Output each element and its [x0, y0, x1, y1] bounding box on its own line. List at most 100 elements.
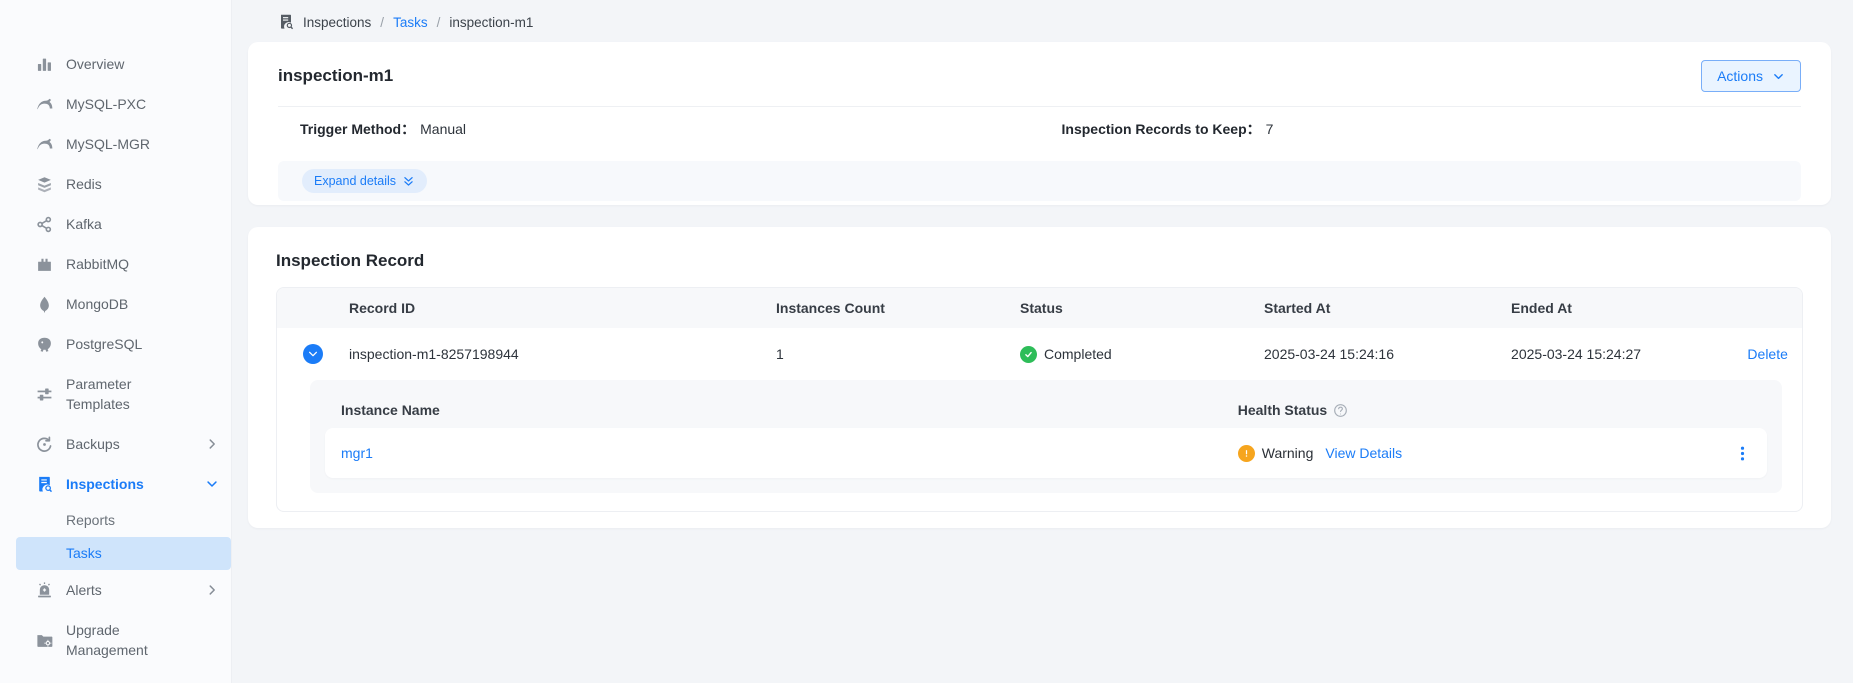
- actions-button-label: Actions: [1717, 68, 1763, 84]
- exclamation-circle-icon: [1238, 445, 1255, 462]
- sidebar: Overview MySQL-PXC MySQL-MGR Redis Kafka Rabb…: [0, 0, 232, 683]
- record-row: inspection-m1-82571989441 Completed 2025-0…: [277, 328, 1802, 380]
- status-cell: Completed: [1020, 346, 1264, 363]
- started-at-cell: 2025-03-24 15:24:16: [1264, 346, 1511, 362]
- sidebar-item-overview[interactable]: Overview: [0, 44, 231, 84]
- sidebar-nav: Overview MySQL-PXC MySQL-MGR Redis Kafka Rabb…: [0, 44, 231, 670]
- bar-chart-icon: [36, 56, 53, 73]
- doc-search-icon: [36, 476, 53, 493]
- breadcrumb-doc-search-icon: [278, 14, 294, 30]
- double-chevron-down-icon: [402, 175, 415, 188]
- sidebar-item-parameter-templates[interactable]: Parameter Templates: [0, 364, 231, 424]
- sidebar-item-mysql-mgr[interactable]: MySQL-MGR: [0, 124, 231, 164]
- field-inspection-records-to-keep: Inspection Records to Keep：7: [1040, 119, 1802, 139]
- rotate-ccw-icon: [36, 436, 53, 453]
- sidebar-item-label: Upgrade Management: [66, 620, 176, 660]
- record-table-header: Record IDInstances CountStatusStarted At…: [277, 288, 1802, 328]
- sidebar-item-inspections[interactable]: Inspections: [0, 464, 231, 504]
- task-header-row: inspection-m1 Actions: [278, 42, 1801, 106]
- column-header-started-at: Started At: [1264, 300, 1511, 316]
- column-header-status: Status: [1020, 300, 1264, 316]
- column-header-health-status: Health Status: [1238, 402, 1725, 418]
- chevron-right-icon: [205, 583, 219, 597]
- health-status-cell: Warning View Details: [1238, 445, 1725, 462]
- instance-row: mgr1 Warning View Details: [325, 428, 1767, 478]
- task-header-card: inspection-m1 Actions Trigger Method：Man…: [248, 42, 1831, 205]
- field-trigger-method: Trigger Method：Manual: [278, 119, 1040, 139]
- sidebar-item-label: Overview: [66, 54, 124, 74]
- elephant-icon: [36, 336, 53, 353]
- health-status-text: Warning: [1262, 445, 1314, 461]
- section-title: Inspection Record: [276, 251, 1803, 271]
- main-content: Inspections / Tasks / inspection-m1 inspecti…: [232, 0, 1853, 683]
- chevron-down-icon: [205, 477, 219, 491]
- chevron-right-icon: [205, 437, 219, 451]
- chevron-down-icon: [1772, 70, 1785, 83]
- sidebar-item-mysql-pxc[interactable]: MySQL-PXC: [0, 84, 231, 124]
- sidebar-item-label: Inspections: [66, 474, 144, 494]
- layers-icon: [36, 176, 53, 193]
- breadcrumb-item-inspections: Inspections: [303, 15, 371, 30]
- collapse-row-button[interactable]: [303, 344, 323, 364]
- column-header-instance-name: Instance Name: [341, 402, 1238, 418]
- expand-details-label: Expand details: [314, 174, 396, 188]
- column-header-record-id: Record ID: [349, 300, 776, 316]
- view-details-link[interactable]: View Details: [1325, 445, 1402, 461]
- sidebar-item-reports[interactable]: Reports: [0, 504, 231, 537]
- sidebar-item-label: RabbitMQ: [66, 254, 129, 274]
- check-circle-icon: [1020, 346, 1037, 363]
- field-label: Inspection Records to Keep：: [1062, 121, 1261, 137]
- sidebar-item-label: Kafka: [66, 214, 102, 234]
- siren-icon: [36, 582, 53, 599]
- sidebar-item-backups[interactable]: Backups: [0, 424, 231, 464]
- node-graph-icon: [36, 216, 53, 233]
- row-menu-button[interactable]: [1734, 445, 1751, 462]
- sidebar-item-label: MySQL-MGR: [66, 134, 150, 154]
- app-root: Overview MySQL-PXC MySQL-MGR Redis Kafka Rabb…: [0, 0, 1853, 683]
- sidebar-item-mongodb[interactable]: MongoDB: [0, 284, 231, 324]
- sidebar-item-label: Redis: [66, 174, 102, 194]
- instance-detail-panel: Instance NameHealth Status mgr1 Warning Vie…: [310, 380, 1782, 493]
- instances-count-cell: 1: [776, 346, 1020, 362]
- folder-gear-icon: [36, 632, 53, 649]
- column-header-ended-at: Ended At: [1511, 300, 1747, 316]
- factory-icon: [36, 256, 53, 273]
- sidebar-item-label: MySQL-PXC: [66, 94, 146, 114]
- expand-details-button[interactable]: Expand details: [302, 169, 427, 193]
- sidebar-item-tasks[interactable]: Tasks: [16, 537, 231, 570]
- instance-link[interactable]: mgr1: [341, 445, 1238, 461]
- breadcrumb-item-tasks[interactable]: Tasks: [393, 15, 428, 30]
- sidebar-item-label: MongoDB: [66, 294, 128, 314]
- page-title: inspection-m1: [278, 66, 393, 86]
- detail-header: Instance NameHealth Status: [325, 392, 1767, 428]
- inspection-record-card: Inspection Record Record IDInstances Cou…: [248, 227, 1831, 528]
- breadcrumb-separator: /: [437, 15, 441, 30]
- sidebar-item-rabbitmq[interactable]: RabbitMQ: [0, 244, 231, 284]
- breadcrumb: Inspections/Tasks/inspection-m1: [278, 12, 1831, 32]
- record-id-cell: inspection-m1-8257198944: [349, 346, 776, 362]
- help-icon[interactable]: [1333, 403, 1348, 418]
- delete-link[interactable]: Delete: [1747, 346, 1787, 362]
- sidebar-item-postgresql[interactable]: PostgreSQL: [0, 324, 231, 364]
- delete-cell: Delete: [1747, 346, 1803, 362]
- sidebar-item-alerts[interactable]: Alerts: [0, 570, 231, 610]
- sidebar-item-label: Alerts: [66, 580, 102, 600]
- inspection-record-table: Record IDInstances CountStatusStarted At…: [276, 287, 1803, 512]
- sidebar-item-label: Parameter Templates: [66, 374, 176, 414]
- health-status-label: Health Status: [1238, 402, 1327, 418]
- sidebar-item-kafka[interactable]: Kafka: [0, 204, 231, 244]
- dolphin-icon: [36, 96, 53, 113]
- column-header-instances-count: Instances Count: [776, 300, 1020, 316]
- sidebar-item-label: Backups: [66, 434, 120, 454]
- sidebar-item-label: PostgreSQL: [66, 334, 142, 354]
- status-text: Completed: [1044, 346, 1112, 362]
- actions-button[interactable]: Actions: [1701, 60, 1801, 92]
- expand-details-strip: Expand details: [278, 161, 1801, 201]
- field-label: Trigger Method：: [300, 121, 415, 137]
- sliders-icon: [36, 386, 53, 403]
- ended-at-cell: 2025-03-24 15:24:27: [1511, 346, 1747, 362]
- sidebar-item-upgrade-management[interactable]: Upgrade Management: [0, 610, 231, 670]
- sidebar-item-redis[interactable]: Redis: [0, 164, 231, 204]
- dolphin-icon: [36, 136, 53, 153]
- breadcrumb-separator: /: [380, 15, 384, 30]
